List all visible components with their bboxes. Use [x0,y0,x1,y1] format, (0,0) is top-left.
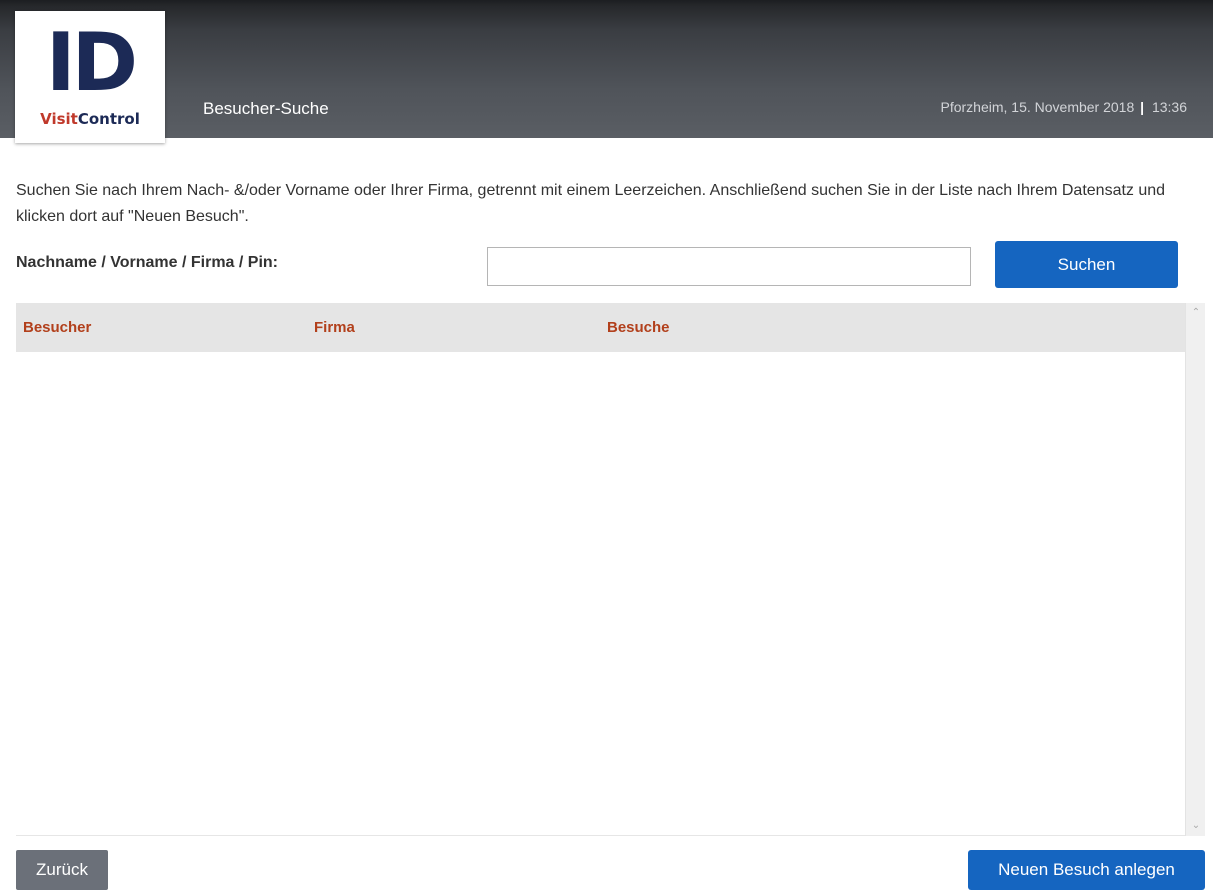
current-time: 13:36 [1151,99,1187,115]
column-header-besucher[interactable]: Besucher [23,319,91,336]
datetime-separator: | [1140,99,1145,115]
app-header: ID VisitControl Besucher-Suche Pforzheim… [0,0,1213,143]
logo-wordmark-control: Control [77,110,140,128]
back-button[interactable]: Zurück [16,850,108,890]
search-label: Nachname / Vorname / Firma / Pin: [16,254,278,271]
search-input[interactable] [487,247,971,286]
column-header-besuche[interactable]: Besuche [607,319,670,336]
table-scrollbar[interactable]: ⌃ ⌄ [1185,303,1205,836]
search-instructions: Suchen Sie nach Ihrem Nach- &/oder Vorna… [16,182,1166,225]
header-datetime: Pforzheim, 15. November 2018 | 13:36 [940,99,1187,115]
column-header-firma[interactable]: Firma [314,319,355,336]
visitor-results-table: Besucher Firma Besuche ⌃ ⌄ [16,303,1205,836]
search-button[interactable]: Suchen [995,241,1178,288]
location-date: Pforzheim, 15. November 2018 [940,99,1135,115]
table-header: Besucher Firma Besuche [16,303,1185,352]
chevron-up-icon[interactable]: ⌃ [1186,303,1206,323]
visitcontrol-logo: ID VisitControl [15,11,165,143]
logo-wordmark: VisitControl [15,110,165,128]
page-title: Besucher-Suche [203,99,329,118]
logo-id-text: ID [45,16,138,109]
chevron-down-icon[interactable]: ⌄ [1186,816,1206,836]
logo-wordmark-visit: Visit [40,110,78,128]
new-visit-button[interactable]: Neuen Besuch anlegen [968,850,1205,890]
